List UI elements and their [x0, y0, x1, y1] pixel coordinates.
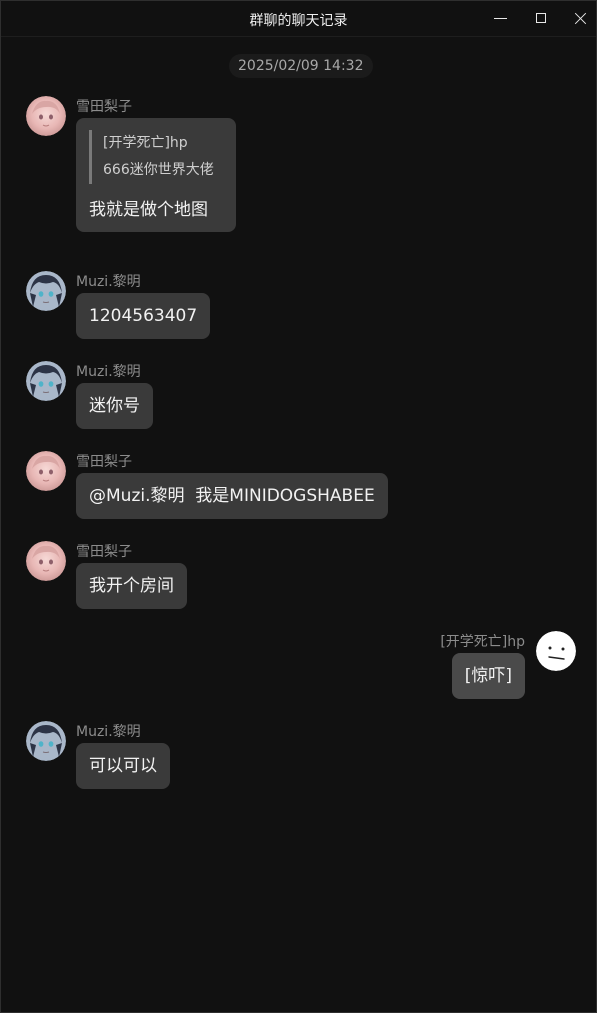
sender-avatar[interactable] [26, 451, 66, 491]
message-timestamp: 2025/02/09 14:32 [229, 54, 373, 78]
maximize-button[interactable] [527, 6, 555, 30]
chat-history-window: 群聊的聊天记录 2025/02/09 14:32 雪田梨子 [开学死亡]hp 6… [0, 0, 597, 1013]
sender-name: [开学死亡]hp [440, 634, 525, 650]
close-icon [574, 12, 587, 25]
message-bubble[interactable]: @Muzi.黎明 我是MINIDOGSHABEE [76, 473, 388, 519]
message-bubble[interactable]: 1204563407 [76, 293, 211, 339]
sender-avatar[interactable] [26, 271, 66, 311]
message-text: 我就是做个地图 [89, 200, 208, 220]
message-bubble[interactable]: 可以可以 [76, 743, 170, 789]
sender-avatar[interactable] [26, 541, 66, 581]
sender-name: 雪田梨子 [76, 99, 132, 115]
title-bar: 群聊的聊天记录 [1, 1, 596, 37]
message-text: @Muzi.黎明 我是MINIDOGSHABEE [89, 486, 375, 506]
sender-name: Muzi.黎明 [76, 364, 141, 380]
message-bubble[interactable]: [开学死亡]hp 666迷你世界大佬 我就是做个地图 [76, 118, 236, 232]
sender-avatar[interactable] [536, 631, 576, 671]
maximize-icon [536, 13, 546, 23]
sender-avatar[interactable] [26, 96, 66, 136]
message-text: [惊吓] [464, 666, 512, 686]
minimize-icon [493, 17, 507, 19]
quoted-text: 666迷你世界大佬 [103, 162, 214, 178]
message-bubble[interactable]: 我开个房间 [76, 563, 187, 609]
quoted-sender: [开学死亡]hp [103, 135, 188, 151]
message-bubble[interactable]: 迷你号 [76, 383, 153, 429]
minimize-button[interactable] [486, 6, 514, 30]
sender-avatar[interactable] [26, 361, 66, 401]
close-button[interactable] [566, 6, 594, 30]
sender-name: Muzi.黎明 [76, 274, 141, 290]
sender-avatar[interactable] [26, 721, 66, 761]
message-text: 我开个房间 [89, 576, 174, 596]
sender-name: 雪田梨子 [76, 454, 132, 470]
message-text: 可以可以 [89, 756, 157, 776]
sender-name: 雪田梨子 [76, 544, 132, 560]
message-text: 迷你号 [89, 396, 140, 416]
message-text: 1204563407 [89, 306, 198, 326]
sender-name: Muzi.黎明 [76, 724, 141, 740]
message-bubble[interactable]: [惊吓] [451, 653, 525, 699]
quoted-reply[interactable]: [开学死亡]hp 666迷你世界大佬 [89, 130, 214, 184]
